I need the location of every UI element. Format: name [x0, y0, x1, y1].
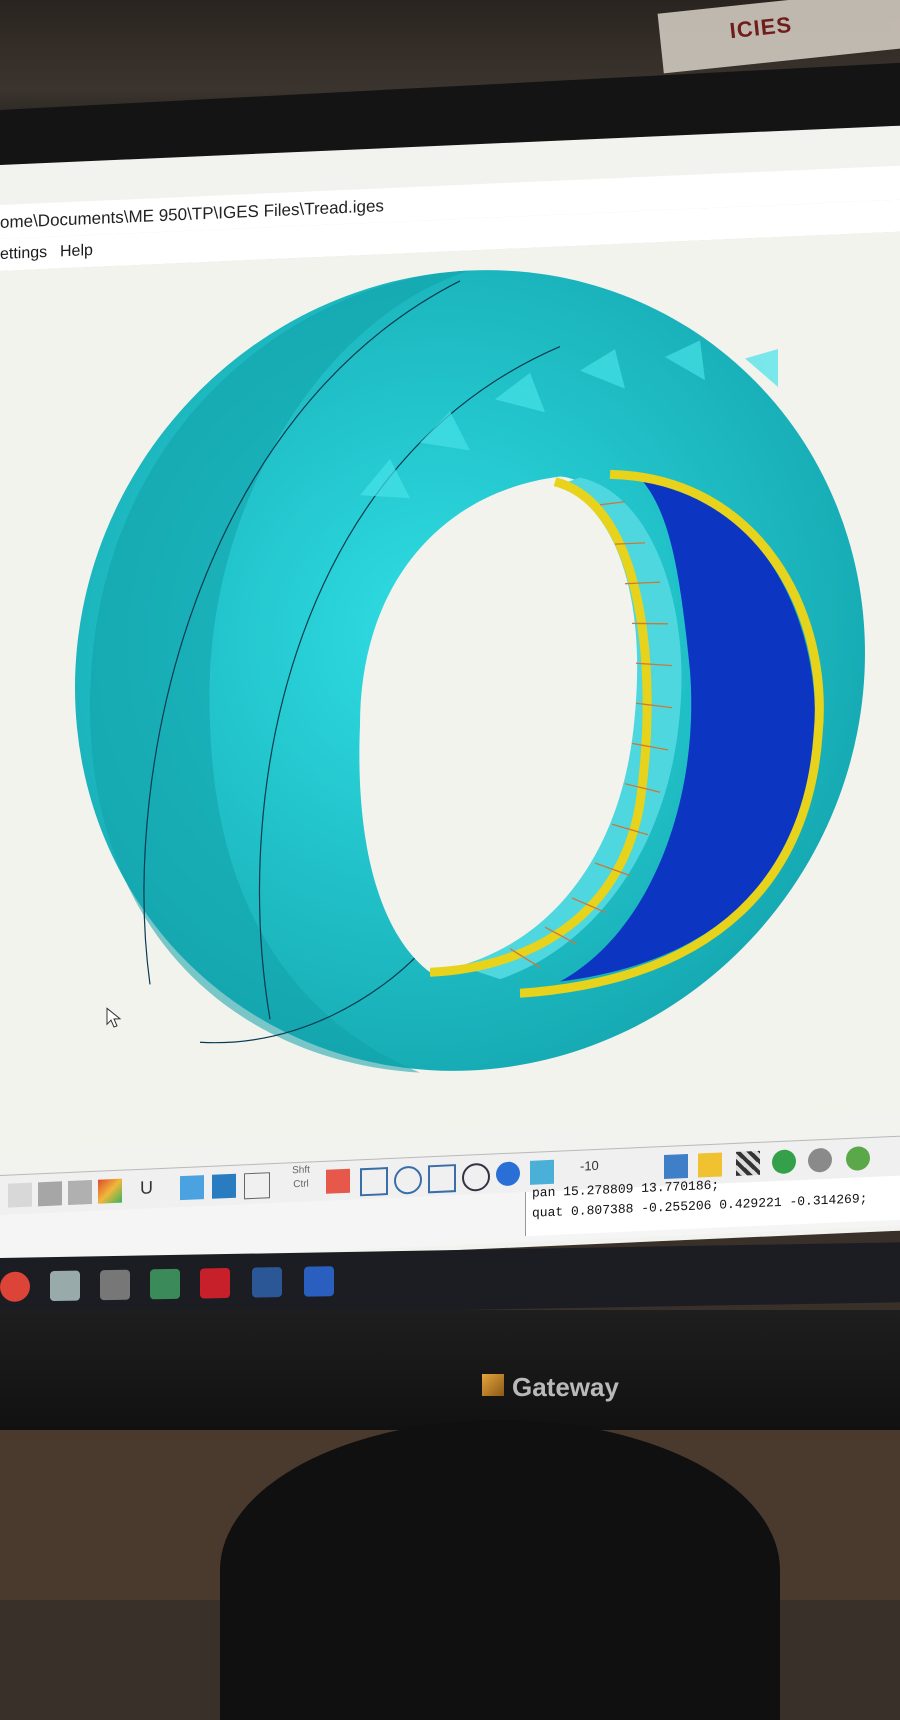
ctrl-label: Ctrl — [293, 1178, 309, 1191]
contour-icon[interactable] — [98, 1178, 122, 1204]
view-cube-icon[interactable] — [530, 1159, 554, 1185]
settings-gear-icon[interactable] — [846, 1146, 870, 1172]
fit-icon[interactable] — [360, 1167, 388, 1197]
wireframe-icon[interactable] — [244, 1172, 270, 1200]
gateway-logo — [482, 1374, 504, 1396]
3d-viewport[interactable] — [0, 231, 900, 1152]
value-label: -10 — [580, 1157, 599, 1174]
menu-help[interactable]: Help — [60, 242, 93, 261]
shade-icon[interactable] — [212, 1173, 236, 1199]
settings-icon[interactable] — [100, 1269, 130, 1301]
grid-icon[interactable] — [8, 1182, 32, 1208]
mesh-icon[interactable] — [38, 1181, 62, 1207]
mouse-cursor-icon — [106, 1007, 122, 1028]
eraser-icon[interactable] — [326, 1168, 350, 1194]
tire-model — [75, 270, 865, 1073]
globe-icon[interactable] — [496, 1161, 520, 1187]
monitor-bezel-bottom — [0, 1310, 900, 1430]
u-label[interactable]: U — [140, 1177, 164, 1202]
app-icon[interactable] — [50, 1270, 80, 1302]
poster-text: ICIES — [728, 11, 794, 44]
chrome-icon[interactable] — [0, 1271, 30, 1302]
mesh-alt-icon[interactable] — [68, 1179, 92, 1206]
autocad-icon[interactable] — [200, 1267, 230, 1299]
cad-app-icon[interactable] — [304, 1266, 334, 1297]
play-icon[interactable] — [772, 1149, 796, 1175]
checker-icon[interactable] — [736, 1150, 760, 1176]
menu-settings[interactable]: ettings — [0, 244, 47, 264]
monitor-brand: Gateway — [512, 1372, 619, 1402]
rotate-icon[interactable] — [462, 1162, 490, 1192]
axes-icon[interactable] — [618, 1156, 642, 1181]
monitor-screen: ome\Documents\ME 950\TP\IGES Files\Tread… — [0, 125, 900, 1270]
zoom-window-icon[interactable] — [428, 1164, 456, 1194]
word-icon[interactable] — [252, 1267, 282, 1298]
gear-icon[interactable] — [808, 1147, 832, 1173]
lightning-icon[interactable] — [698, 1152, 722, 1178]
monitor-stand — [220, 1420, 780, 1720]
status-box: pan 15.278809 13.770186; quat 0.807388 -… — [525, 1175, 900, 1237]
network-icon[interactable] — [150, 1268, 180, 1300]
box-icon[interactable] — [664, 1153, 688, 1180]
cube-icon[interactable] — [180, 1175, 204, 1201]
zoom-icon[interactable] — [394, 1165, 422, 1195]
